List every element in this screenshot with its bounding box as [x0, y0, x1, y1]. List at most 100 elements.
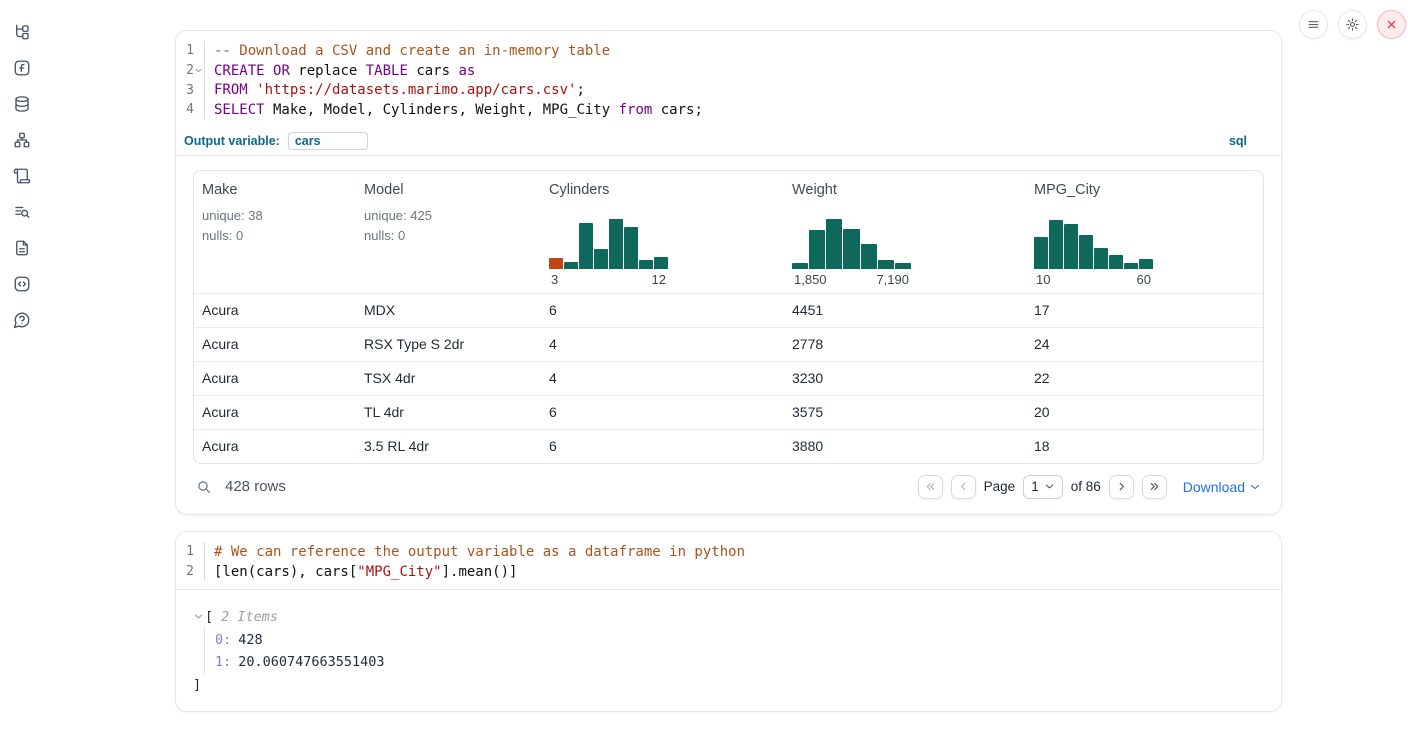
histogram-bar [1049, 220, 1063, 269]
search-icon[interactable] [196, 479, 212, 495]
histogram-bar [1079, 235, 1093, 269]
table-row[interactable]: Acura3.5 RL 4dr6388018 [194, 429, 1263, 463]
database-icon [13, 95, 31, 113]
code-line: 2CREATE OR replace TABLE cars as [176, 61, 1281, 81]
table-row[interactable]: AcuraTSX 4dr4323022 [194, 361, 1263, 395]
table-row[interactable]: AcuraTL 4dr6357520 [194, 395, 1263, 429]
panel-scratchpad[interactable] [13, 167, 31, 185]
python-editor[interactable]: 1 # We can reference the output variable … [176, 532, 1281, 589]
list-search-icon [13, 203, 31, 221]
column-header-mpg_city[interactable]: MPG_City1060 [1026, 171, 1263, 293]
line-number: 1 [186, 544, 194, 559]
prev-page-button[interactable] [951, 475, 976, 499]
download-button[interactable]: Download [1183, 479, 1261, 495]
tree-items-count: 2 Items [221, 609, 278, 625]
weight-histogram[interactable]: 1,8507,190 [792, 216, 1018, 287]
tree-entry-value: 20.060747663551403 [238, 654, 384, 670]
histogram-bar [792, 263, 808, 269]
column-title: Model [364, 182, 533, 198]
table-cell: 6 [541, 430, 784, 463]
notebook-menu-button[interactable] [1299, 10, 1328, 39]
histogram-bar [1109, 255, 1123, 269]
sql-editor[interactable]: 1-- Download a CSV and create an in-memo… [176, 31, 1281, 128]
column-header-cylinders[interactable]: Cylinders312 [541, 171, 784, 293]
panel-snippets[interactable] [13, 275, 31, 293]
panel-logs[interactable] [13, 203, 31, 221]
column-header-model[interactable]: Model unique: 425nulls: 0 [356, 171, 541, 293]
page-label: Page [984, 479, 1016, 494]
table-cell: MDX [356, 294, 541, 327]
code-line: 1 # We can reference the output variable … [176, 542, 1281, 562]
histogram-axis-labels: 1,8507,190 [792, 272, 911, 287]
table-row[interactable]: AcuraRSX Type S 2dr4277824 [194, 327, 1263, 361]
output-variable-bar: Output variable: sql [176, 128, 1281, 156]
column-stats: unique: 425nulls: 0 [364, 206, 533, 246]
histogram-bar [1034, 237, 1048, 269]
table-body: AcuraMDX6445117AcuraRSX Type S 2dr427782… [194, 294, 1263, 463]
tree-entry-key: 0: [215, 632, 231, 648]
file-tree-icon [13, 23, 31, 41]
histogram-bar [878, 260, 894, 269]
cylinders-histogram[interactable]: 312 [549, 216, 776, 287]
output-variable-input[interactable] [288, 132, 368, 150]
column-header-weight[interactable]: Weight1,8507,190 [784, 171, 1026, 293]
code-line: 2[len(cars), cars["MPG_City"].mean()] [176, 562, 1281, 582]
collapse-chevron-icon[interactable] [193, 611, 204, 622]
table-cell: 3.5 RL 4dr [356, 430, 541, 463]
table-footer: 428 rows Page 1 of 86 Download [193, 464, 1264, 510]
code-text: # We can reference the output variable a… [214, 544, 745, 560]
code-line: 3FROM 'https://datasets.marimo.app/cars.… [176, 80, 1281, 100]
code-text: -- Download a CSV and create an in-memor… [214, 43, 610, 59]
panel-documentation[interactable] [13, 239, 31, 257]
table-cell: 4451 [784, 294, 1026, 327]
histogram-bar [861, 244, 877, 269]
histogram-bar [1124, 263, 1138, 269]
histogram-bar [609, 219, 623, 269]
mpg_city-histogram[interactable]: 1060 [1034, 216, 1255, 287]
last-page-button[interactable] [1142, 475, 1167, 499]
histogram-bar [549, 258, 563, 269]
table-cell: 17 [1026, 294, 1263, 327]
histogram-bar [1094, 248, 1108, 269]
line-number: 3 [186, 83, 194, 98]
histogram-bar [594, 249, 608, 269]
gear-icon [1345, 17, 1360, 32]
panel-file-explorer[interactable] [13, 23, 31, 41]
table-cell: 3880 [784, 430, 1026, 463]
python-cell: 1 # We can reference the output variable … [175, 531, 1282, 712]
tree-entry: 0: 428 [215, 629, 1264, 651]
panel-help[interactable] [13, 311, 31, 329]
code-text: CREATE OR replace TABLE cars as [214, 63, 475, 79]
shutdown-button[interactable] [1377, 10, 1406, 39]
settings-button[interactable] [1338, 10, 1367, 39]
histogram-bar [826, 219, 842, 269]
table-cell: 3575 [784, 396, 1026, 429]
output-variable-label: Output variable: [184, 134, 280, 148]
histogram-bar [1139, 259, 1153, 269]
page-select[interactable]: 1 [1023, 475, 1063, 499]
column-stats: unique: 38nulls: 0 [202, 206, 348, 246]
table-cell: 6 [541, 396, 784, 429]
table-row[interactable]: AcuraMDX6445117 [194, 294, 1263, 327]
row-count: 428 rows [225, 478, 286, 495]
language-badge: sql [1229, 134, 1247, 148]
tree-entry-key: 1: [215, 654, 231, 670]
histogram-bar [564, 262, 578, 269]
code-line: 1-- Download a CSV and create an in-memo… [176, 41, 1281, 61]
first-page-button[interactable] [918, 475, 943, 499]
table-cell: TSX 4dr [356, 362, 541, 395]
panel-variables[interactable] [13, 59, 31, 77]
panel-dependencies[interactable] [13, 131, 31, 149]
sql-output-area: Makeunique: 38nulls: 0 Model unique: 425nu… [176, 156, 1281, 510]
panel-datasources[interactable] [13, 95, 31, 113]
table-cell: Acura [194, 328, 356, 361]
code-text: SELECT Make, Model, Cylinders, Weight, M… [214, 102, 703, 118]
next-page-button[interactable] [1109, 475, 1134, 499]
histogram-bar [624, 227, 638, 269]
tree-entry-value: 428 [238, 632, 262, 648]
dependency-graph-icon [13, 131, 31, 149]
fold-chevron-icon[interactable] [194, 66, 204, 76]
menu-icon [1306, 17, 1321, 32]
column-header-make[interactable]: Makeunique: 38nulls: 0 [194, 171, 356, 293]
table-cell: 2778 [784, 328, 1026, 361]
